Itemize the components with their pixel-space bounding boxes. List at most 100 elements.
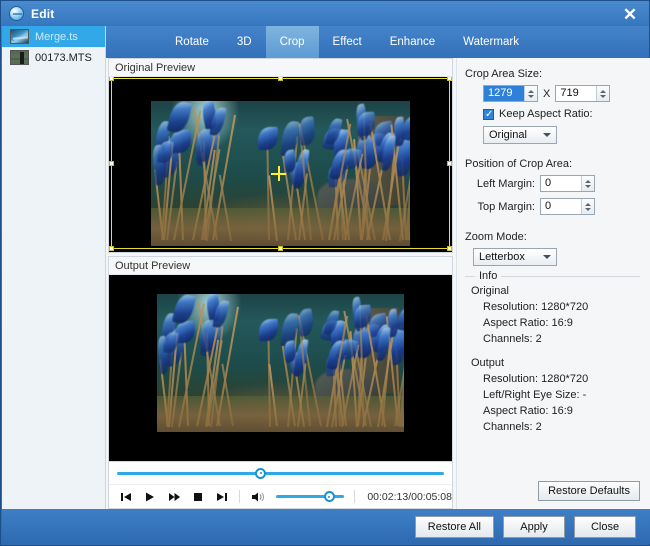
- output-preview-box: Output Preview: [108, 256, 453, 462]
- top-margin-stepper[interactable]: 0: [540, 198, 595, 215]
- tab-crop[interactable]: Crop: [266, 26, 319, 58]
- restore-all-button[interactable]: Restore All: [415, 516, 494, 538]
- position-of-crop-area-label: Position of Crop Area:: [465, 158, 640, 170]
- app-globe-icon: [9, 6, 24, 21]
- seek-slider-knob[interactable]: [255, 468, 266, 479]
- crop-height-arrows[interactable]: [596, 86, 609, 101]
- crop-handle-bottom-left[interactable]: [109, 246, 114, 251]
- seek-slider[interactable]: [117, 472, 444, 475]
- apply-button[interactable]: Apply: [503, 516, 565, 538]
- edit-dialog: Edit ✕ Rotate 3D Crop Effect Enhance Wat…: [0, 0, 650, 546]
- crop-size-row: 1279 X 719: [465, 85, 640, 102]
- video-thumbnail-icon: [10, 50, 29, 65]
- output-preview-stage[interactable]: [109, 275, 452, 461]
- chevron-down-icon[interactable]: [528, 95, 534, 98]
- original-preview-stage[interactable]: [109, 77, 452, 252]
- crop-handle-top-left[interactable]: [109, 77, 114, 81]
- crop-height-value[interactable]: 719: [556, 86, 596, 101]
- info-original-channels: Channels: 2: [483, 333, 640, 345]
- crop-area-size-label: Crop Area Size:: [465, 68, 640, 80]
- crop-width-stepper[interactable]: 1279: [483, 85, 538, 102]
- left-margin-arrows[interactable]: [581, 176, 594, 191]
- speaker-icon[interactable]: [250, 490, 266, 504]
- crop-handle-top-right[interactable]: [447, 77, 452, 81]
- tab-watermark[interactable]: Watermark: [449, 26, 533, 58]
- sidebar-item-00173-mts[interactable]: 00173.MTS: [2, 47, 105, 68]
- keep-aspect-ratio-row[interactable]: Keep Aspect Ratio:: [465, 108, 640, 120]
- chevron-down-icon: [543, 255, 551, 259]
- tab-enhance[interactable]: Enhance: [376, 26, 449, 58]
- chevron-up-icon[interactable]: [585, 180, 591, 183]
- video-thumbnail-icon: [10, 29, 29, 44]
- output-preview-title: Output Preview: [109, 257, 452, 275]
- seek-row: [109, 462, 452, 484]
- chevron-up-icon[interactable]: [585, 203, 591, 206]
- crop-handle-top-center[interactable]: [278, 77, 283, 81]
- scene-feather: [297, 116, 316, 146]
- dialog-footer: Restore All Apply Close: [2, 509, 650, 544]
- tab-rotate[interactable]: Rotate: [161, 26, 223, 58]
- crop-panel: Original Preview: [106, 58, 650, 511]
- skip-previous-icon[interactable]: [119, 490, 133, 504]
- playback-controls: 00:02:13/00:05:08: [108, 462, 453, 509]
- restore-defaults-button[interactable]: Restore Defaults: [538, 481, 640, 501]
- crop-handle-bottom-right[interactable]: [447, 246, 452, 251]
- chevron-down-icon[interactable]: [600, 95, 606, 98]
- output-video-frame: [157, 294, 404, 432]
- close-button[interactable]: Close: [574, 516, 636, 538]
- zoom-mode-label: Zoom Mode:: [465, 231, 640, 243]
- left-margin-value[interactable]: 0: [541, 176, 581, 191]
- window-title: Edit: [31, 7, 54, 21]
- transport-row: 00:02:13/00:05:08: [109, 484, 452, 508]
- zoom-mode-row: Letterbox: [465, 248, 640, 266]
- chevron-up-icon[interactable]: [600, 90, 606, 93]
- scene-feather: [258, 319, 278, 341]
- top-margin-label: Top Margin:: [465, 201, 535, 213]
- left-margin-row: Left Margin: 0: [465, 175, 640, 192]
- aspect-ratio-value: Original: [489, 129, 527, 141]
- crop-handle-bottom-center[interactable]: [278, 246, 283, 251]
- aspect-ratio-row: Original: [465, 126, 640, 144]
- chevron-down-icon: [543, 133, 551, 137]
- zoom-mode-value: Letterbox: [479, 251, 525, 263]
- tab-effect[interactable]: Effect: [319, 26, 376, 58]
- time-display: 00:02:13/00:05:08: [367, 491, 452, 503]
- keep-aspect-ratio-label: Keep Aspect Ratio:: [499, 108, 593, 120]
- crop-width-value[interactable]: 1279: [484, 86, 524, 101]
- close-icon[interactable]: ✕: [617, 3, 643, 25]
- info-output-heading: Output: [471, 357, 640, 369]
- info-original-heading: Original: [471, 285, 640, 297]
- chevron-down-icon[interactable]: [585, 208, 591, 211]
- stop-icon[interactable]: [191, 490, 205, 504]
- keep-aspect-ratio-checkbox[interactable]: [483, 109, 494, 120]
- chevron-up-icon[interactable]: [528, 90, 534, 93]
- top-margin-row: Top Margin: 0: [465, 198, 640, 215]
- tab-3d[interactable]: 3D: [223, 26, 266, 58]
- size-separator: X: [543, 88, 550, 100]
- top-margin-arrows[interactable]: [581, 199, 594, 214]
- crop-options-panel: Crop Area Size: 1279 X 719: [456, 58, 648, 511]
- info-output-channels: Channels: 2: [483, 421, 640, 433]
- fast-forward-icon[interactable]: [167, 490, 181, 504]
- crop-handle-middle-right[interactable]: [447, 161, 452, 166]
- crop-width-arrows[interactable]: [524, 86, 537, 101]
- volume-slider[interactable]: [276, 495, 344, 498]
- zoom-mode-select[interactable]: Letterbox: [473, 248, 557, 266]
- original-video-frame: [151, 101, 410, 246]
- original-preview-title: Original Preview: [109, 59, 452, 77]
- left-margin-label: Left Margin:: [465, 178, 535, 190]
- sidebar-item-merge-ts[interactable]: Merge.ts: [2, 26, 105, 47]
- scene-feather: [257, 127, 277, 150]
- play-icon[interactable]: [143, 490, 157, 504]
- left-margin-stepper[interactable]: 0: [540, 175, 595, 192]
- chevron-down-icon[interactable]: [585, 185, 591, 188]
- crop-height-stepper[interactable]: 719: [555, 85, 610, 102]
- divider: [354, 490, 355, 503]
- volume-slider-knob[interactable]: [324, 491, 335, 502]
- aspect-ratio-select[interactable]: Original: [483, 126, 557, 144]
- crop-handle-middle-left[interactable]: [109, 161, 114, 166]
- info-original-aspect-ratio: Aspect Ratio: 16:9: [483, 317, 640, 329]
- skip-next-icon[interactable]: [215, 490, 229, 504]
- top-margin-value[interactable]: 0: [541, 199, 581, 214]
- info-original-resolution: Resolution: 1280*720: [483, 301, 640, 313]
